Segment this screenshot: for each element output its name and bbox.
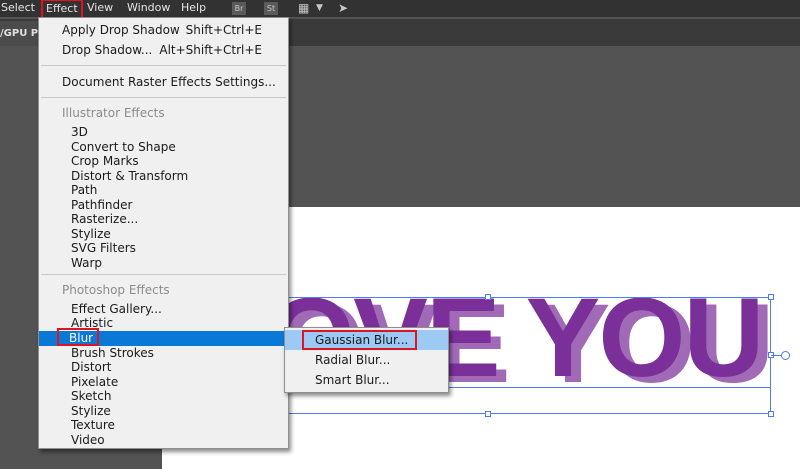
menu-item-label: Pixelate xyxy=(71,375,119,389)
submenu-item-label: Radial Blur... xyxy=(315,353,391,367)
menu-header-label: Illustrator Effects xyxy=(62,106,165,120)
rotation-handle[interactable] xyxy=(781,351,790,360)
menu-separator xyxy=(41,97,286,98)
menu-item-path[interactable]: Path xyxy=(39,183,288,198)
menu-item-label: Warp xyxy=(71,256,103,270)
menu-item-svg-filters[interactable]: SVG Filters xyxy=(39,241,288,256)
bridge-icon[interactable]: Br xyxy=(232,2,246,15)
menu-item-label: Pathfinder xyxy=(71,198,133,212)
menu-bar: Select Effect View Window Help Br St ▦ ▼… xyxy=(0,0,800,20)
blur-annotation-box xyxy=(57,328,99,346)
menu-item-label: Sketch xyxy=(71,389,112,403)
menu-item-rasterize[interactable]: Rasterize... xyxy=(39,212,288,227)
menu-item-label: Rasterize... xyxy=(71,212,139,226)
menu-item-pixelate[interactable]: Pixelate xyxy=(39,375,288,390)
gpu-performance-icon[interactable]: ➤ xyxy=(338,0,348,16)
menu-header-label: Photoshop Effects xyxy=(62,283,170,297)
menu-item-pathfinder[interactable]: Pathfinder xyxy=(39,198,288,213)
handle-bottom-right[interactable] xyxy=(768,411,774,417)
menu-item-label: Distort xyxy=(71,360,112,374)
menu-item-drop-shadow[interactable]: Drop Shadow... Alt+Shift+Ctrl+E xyxy=(39,40,288,60)
menu-item-label: Convert to Shape xyxy=(71,140,176,154)
menu-item-distort-transform[interactable]: Distort & Transform xyxy=(39,169,288,184)
menu-item-texture[interactable]: Texture xyxy=(39,418,288,433)
menu-item-distort[interactable]: Distort xyxy=(39,360,288,375)
arrange-documents-icon[interactable]: ▦ xyxy=(298,0,309,16)
menu-item-label: Stylize xyxy=(71,404,111,418)
document-tab[interactable]: /GPU Pre xyxy=(0,21,40,46)
menu-view[interactable]: View xyxy=(87,0,113,17)
gaussian-blur-annotation-box xyxy=(302,330,417,350)
menu-item-shortcut: Alt+Shift+Ctrl+E xyxy=(159,43,262,57)
menu-help[interactable]: Help xyxy=(181,0,206,17)
menu-header-photoshop: Photoshop Effects xyxy=(39,283,288,298)
submenu-item-label: Smart Blur... xyxy=(315,373,390,387)
menu-item-3d[interactable]: 3D xyxy=(39,125,288,140)
menu-item-shortcut: Shift+Ctrl+E xyxy=(185,23,262,37)
handle-bottom-middle[interactable] xyxy=(485,411,491,417)
menu-item-label: Stylize xyxy=(71,227,111,241)
menu-item-label: Texture xyxy=(71,418,115,432)
menu-item-raster-settings[interactable]: Document Raster Effects Settings... xyxy=(39,72,288,92)
menu-select[interactable]: Select xyxy=(1,0,35,17)
menu-item-label: Effect Gallery... xyxy=(71,302,162,316)
menu-item-stylize-illustrator[interactable]: Stylize xyxy=(39,227,288,242)
menu-item-label: Path xyxy=(71,183,98,197)
menu-item-effect-gallery[interactable]: Effect Gallery... xyxy=(39,302,288,317)
menu-separator xyxy=(41,65,286,66)
menu-item-label: Drop Shadow... xyxy=(62,43,153,57)
submenu-item-smart-blur[interactable]: Smart Blur... xyxy=(285,370,448,390)
stock-icon[interactable]: St xyxy=(264,2,278,15)
menu-item-brush-strokes[interactable]: Brush Strokes xyxy=(39,346,288,361)
menu-item-apply-drop-shadow[interactable]: Apply Drop Shadow Shift+Ctrl+E xyxy=(39,20,288,40)
menu-window[interactable]: Window xyxy=(127,0,170,17)
menu-item-warp[interactable]: Warp xyxy=(39,256,288,271)
menu-item-label: Crop Marks xyxy=(71,154,139,168)
menu-item-label: SVG Filters xyxy=(71,241,136,255)
menu-header-illustrator: Illustrator Effects xyxy=(39,106,288,121)
menu-item-label: Document Raster Effects Settings... xyxy=(62,75,276,89)
menu-item-video[interactable]: Video xyxy=(39,433,288,448)
submenu-item-radial-blur[interactable]: Radial Blur... xyxy=(285,350,448,370)
menu-item-stylize-photoshop[interactable]: Stylize xyxy=(39,404,288,419)
chevron-down-icon[interactable]: ▼ xyxy=(316,0,323,16)
menu-item-crop-marks[interactable]: Crop Marks xyxy=(39,154,288,169)
menu-separator xyxy=(41,274,286,275)
handle-top-right[interactable] xyxy=(768,294,774,300)
menu-item-label: Video xyxy=(71,433,105,447)
menu-item-label: 3D xyxy=(71,125,88,139)
effect-menu: Apply Drop Shadow Shift+Ctrl+E Drop Shad… xyxy=(38,17,289,449)
menu-item-label: Apply Drop Shadow xyxy=(62,23,180,37)
menu-item-label: Brush Strokes xyxy=(71,346,154,360)
handle-top-middle[interactable] xyxy=(485,294,491,300)
menu-item-label: Distort & Transform xyxy=(71,169,189,183)
menu-item-convert-to-shape[interactable]: Convert to Shape xyxy=(39,140,288,155)
menu-item-sketch[interactable]: Sketch xyxy=(39,389,288,404)
